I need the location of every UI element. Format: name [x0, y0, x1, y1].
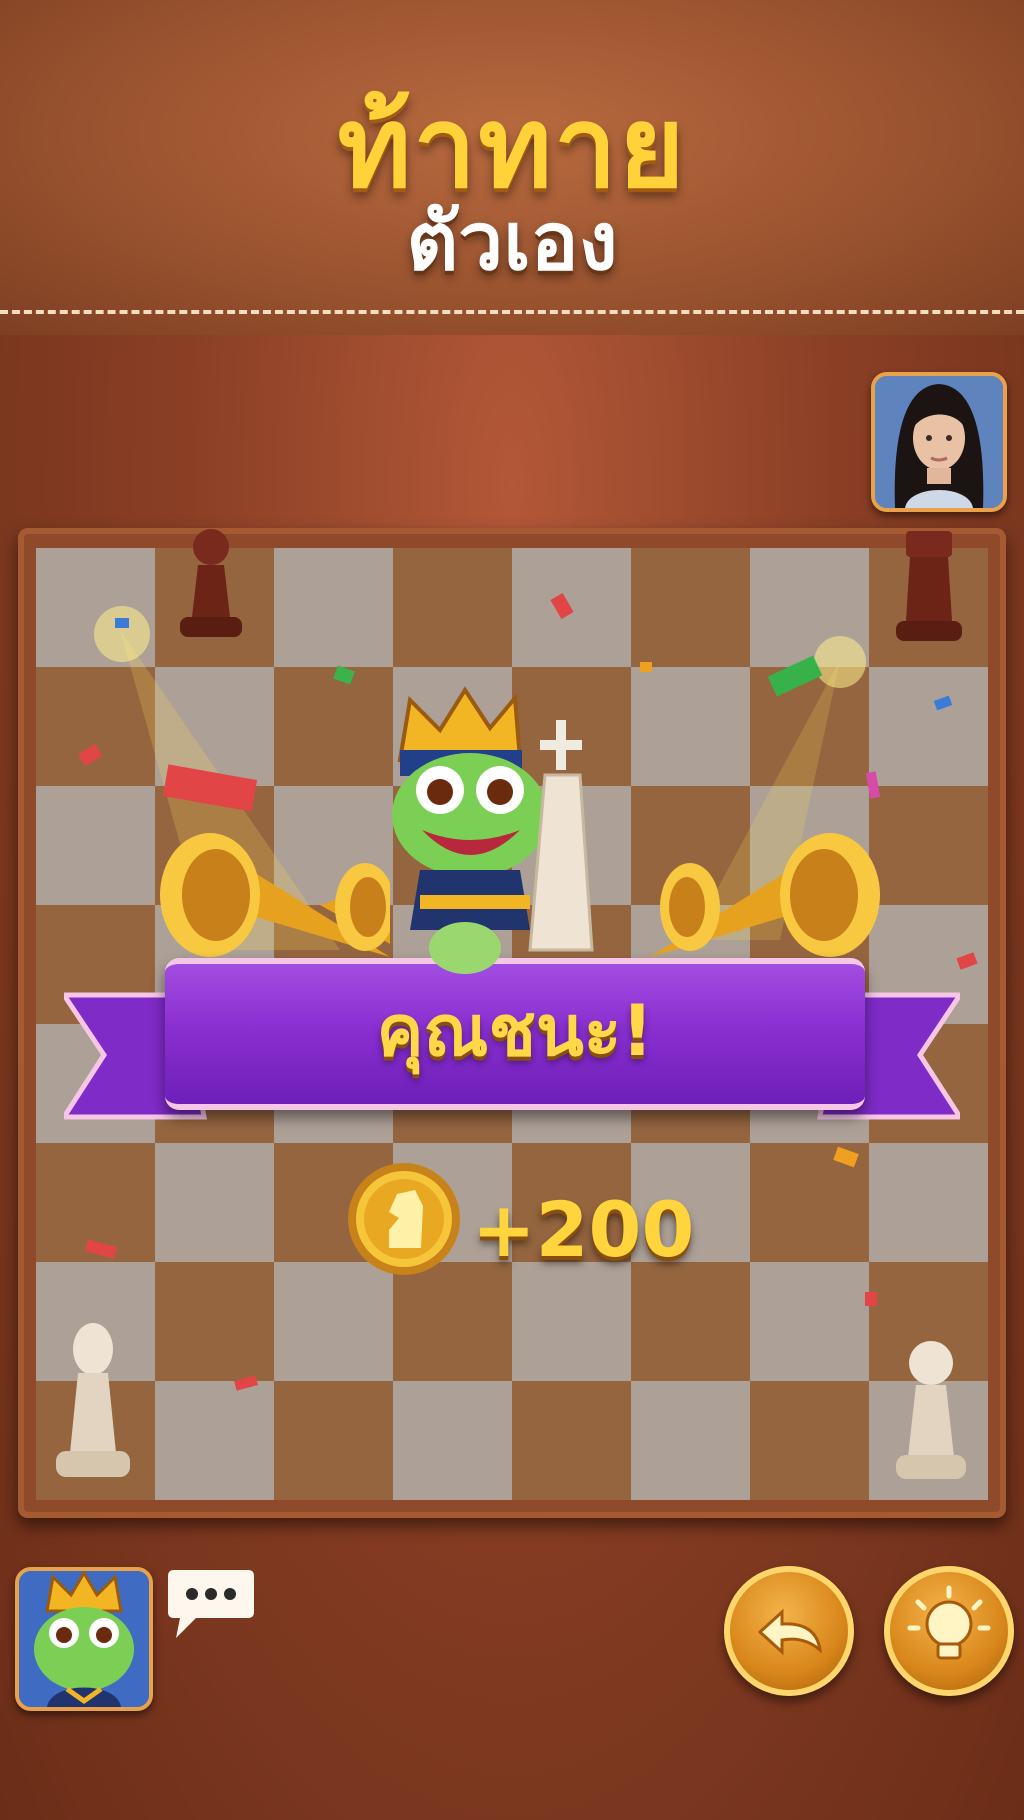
frog-king-mascot	[392, 686, 594, 974]
reward-amount: +200	[472, 1185, 695, 1274]
frog-king-avatar-icon	[19, 1571, 149, 1707]
undo-arrow-icon	[757, 1608, 823, 1656]
lightbulb-icon	[907, 1585, 991, 1660]
right-horn-icon	[650, 833, 880, 957]
win-title: คุณชนะ!	[376, 990, 654, 1072]
chat-dots-icon[interactable]	[166, 1566, 256, 1642]
hint-button[interactable]	[884, 1566, 1014, 1696]
left-horn-icon	[160, 833, 390, 957]
undo-button[interactable]	[724, 1566, 854, 1696]
player-avatar[interactable]	[15, 1567, 153, 1711]
knight-coin-icon	[348, 1163, 460, 1275]
